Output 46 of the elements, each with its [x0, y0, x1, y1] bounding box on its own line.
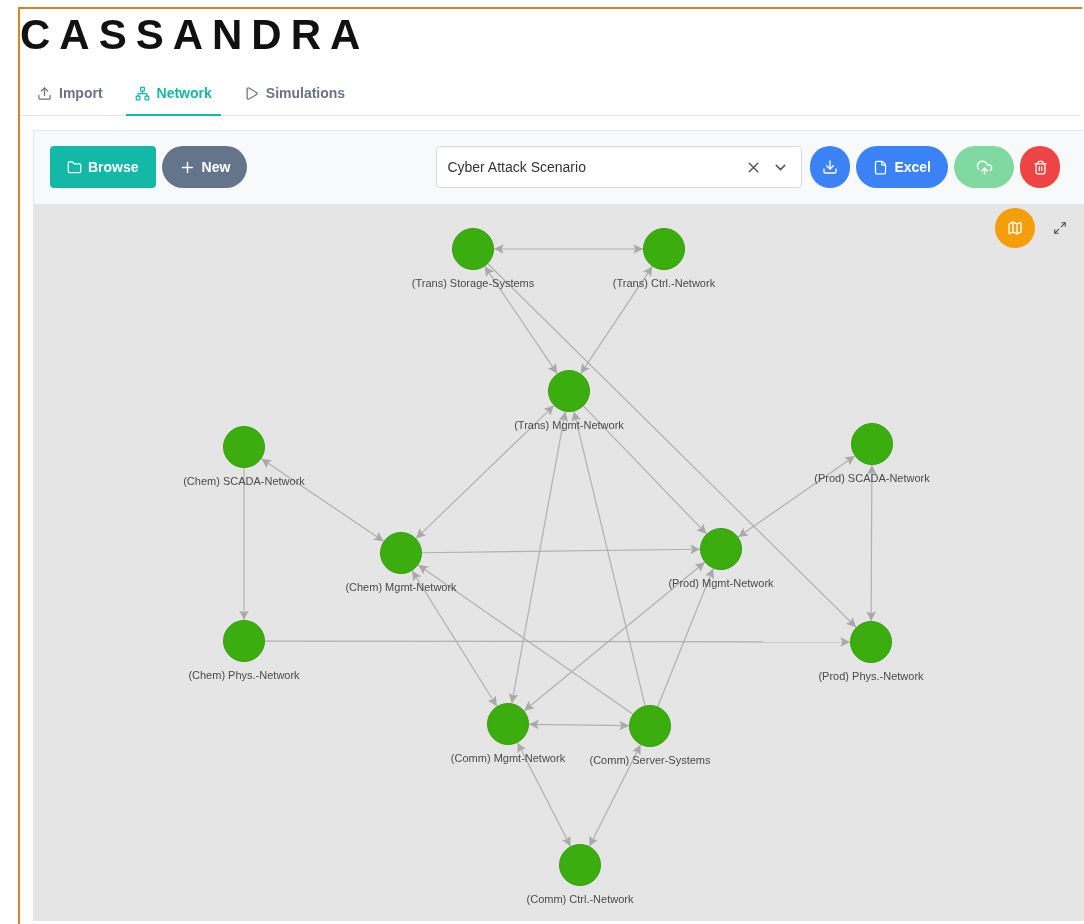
play-icon — [243, 85, 259, 101]
delete-button[interactable] — [1020, 146, 1060, 188]
excel-button[interactable]: Excel — [856, 146, 948, 188]
network-node[interactable] — [850, 621, 892, 663]
node-label: (Prod) Phys.-Network — [818, 670, 924, 682]
expand-button[interactable] — [1052, 220, 1068, 236]
logo: CASSANDRA — [20, 10, 370, 57]
network-node[interactable] — [223, 620, 265, 662]
node-label: (Prod) SCADA-Network — [814, 472, 930, 484]
network-node[interactable] — [487, 703, 529, 745]
node-label: (Prod) Mgmt-Network — [668, 577, 774, 589]
node-label: (Comm) Mgmt-Network — [450, 752, 566, 764]
folder-icon — [67, 159, 82, 175]
node-label: (Chem) Phys.-Network — [188, 669, 300, 681]
network-node[interactable] — [700, 528, 742, 570]
network-node[interactable] — [380, 532, 422, 574]
node-label: (Trans) Storage-Systems — [411, 277, 535, 289]
node-label: (Comm) Ctrl.-Network — [526, 893, 634, 905]
network-node[interactable] — [223, 426, 265, 468]
network-icon — [134, 85, 150, 101]
network-node[interactable] — [548, 370, 590, 412]
download-icon — [822, 159, 839, 175]
cloud-upload-icon — [975, 158, 993, 176]
tab[interactable]: Simulations — [234, 75, 355, 116]
map-icon — [1007, 220, 1023, 236]
node-label: (Chem) Mgmt-Network — [345, 581, 457, 593]
download-button[interactable] — [810, 146, 851, 188]
browse-button[interactable]: Browse — [50, 146, 156, 188]
trash-icon — [1032, 159, 1048, 175]
network-node[interactable] — [452, 228, 494, 270]
node-label: (Trans) Mgmt-Network — [514, 419, 624, 431]
network-node[interactable] — [643, 228, 685, 270]
scenario-select[interactable]: Cyber Attack Scenario — [436, 146, 803, 188]
map-button[interactable] — [995, 208, 1035, 248]
node-label: (Chem) SCADA-Network — [183, 475, 305, 487]
network-node[interactable] — [629, 705, 671, 747]
node-label: (Trans) Ctrl.-Network — [612, 277, 716, 289]
tab[interactable]: Import — [28, 75, 112, 116]
tab[interactable]: Network — [125, 75, 221, 116]
expand-icon — [1053, 221, 1067, 235]
new-button[interactable]: New — [161, 146, 248, 188]
upload-icon — [37, 85, 52, 101]
network-node[interactable] — [559, 844, 601, 886]
network-node[interactable] — [851, 423, 893, 465]
node-label: (Comm) Server-Systems — [589, 754, 711, 766]
file-icon — [873, 159, 889, 175]
